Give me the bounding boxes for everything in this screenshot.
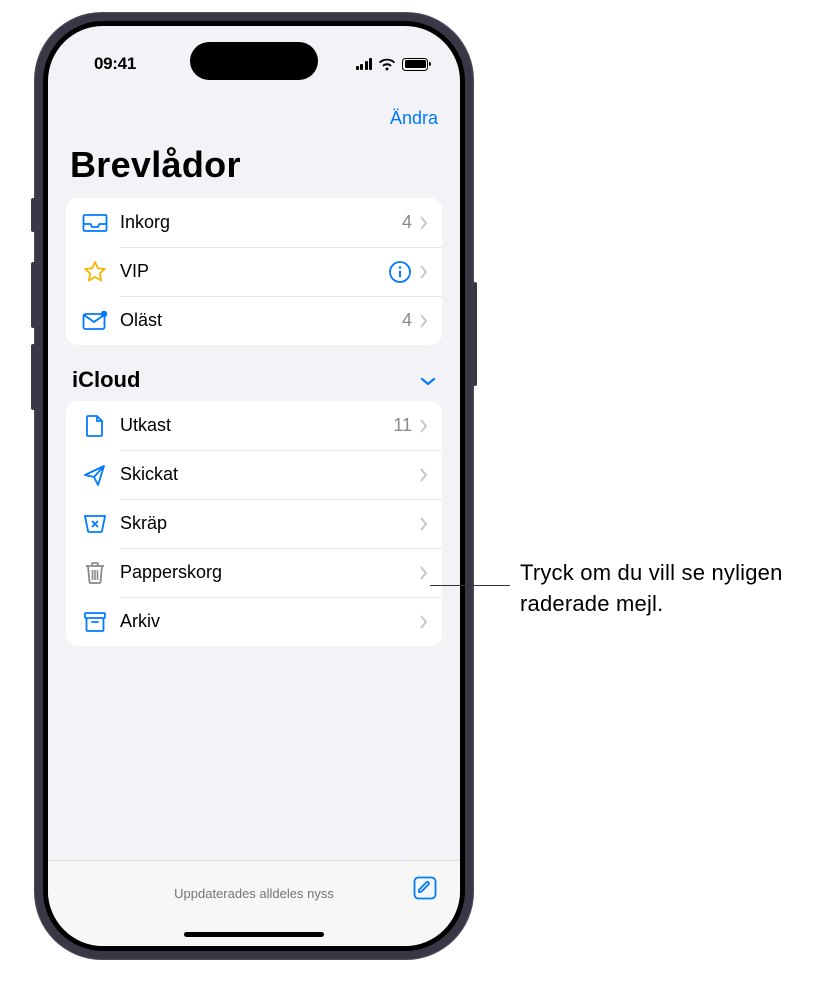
mailbox-row-vip[interactable]: VIP	[66, 247, 442, 296]
side-button	[31, 198, 35, 232]
edit-button[interactable]: Ändra	[390, 108, 438, 129]
draft-icon	[80, 414, 110, 438]
chevron-right-icon	[420, 314, 428, 328]
mailbox-label: Inkorg	[120, 212, 402, 233]
info-button[interactable]	[388, 260, 412, 284]
wifi-icon	[378, 57, 396, 71]
volume-down-button	[31, 344, 35, 410]
sent-icon	[80, 463, 110, 487]
chevron-right-icon	[420, 615, 428, 629]
folder-label: Utkast	[120, 415, 393, 436]
power-button	[473, 282, 477, 386]
cellular-icon	[356, 58, 373, 70]
chevron-right-icon	[420, 216, 428, 230]
archive-icon	[80, 611, 110, 633]
folder-label: Skickat	[120, 464, 420, 485]
account-name: iCloud	[72, 367, 140, 393]
folder-label: Papperskorg	[120, 562, 420, 583]
folder-row-sent[interactable]: Skickat	[66, 450, 442, 499]
chevron-right-icon	[420, 517, 428, 531]
nav-bar: Ändra	[48, 96, 460, 140]
inbox-icon	[80, 213, 110, 233]
unread-icon	[80, 311, 110, 331]
mailbox-badge: 4	[402, 310, 412, 331]
folder-row-archive[interactable]: Arkiv	[66, 597, 442, 646]
mailbox-label: Oläst	[120, 310, 402, 331]
iphone-frame: 09:41 Ändra Brevlådor	[34, 12, 474, 960]
folder-label: Arkiv	[120, 611, 420, 632]
star-icon	[80, 260, 110, 284]
chevron-right-icon	[420, 566, 428, 580]
folder-row-junk[interactable]: Skräp	[66, 499, 442, 548]
battery-icon	[402, 58, 428, 71]
mailbox-label: VIP	[120, 261, 388, 282]
mailboxes-group: Inkorg 4 VIP	[66, 198, 442, 345]
folder-row-trash[interactable]: Papperskorg	[66, 548, 442, 597]
account-section-header[interactable]: iCloud	[66, 345, 442, 401]
mailbox-row-unread[interactable]: Oläst 4	[66, 296, 442, 345]
status-time: 09:41	[80, 54, 150, 74]
chevron-right-icon	[420, 468, 428, 482]
callout-text: Tryck om du vill se nyligen raderade mej…	[520, 558, 820, 620]
junk-icon	[80, 514, 110, 534]
folder-label: Skräp	[120, 513, 420, 534]
page-title: Brevlådor	[70, 144, 241, 186]
dynamic-island	[190, 42, 318, 80]
home-indicator[interactable]	[184, 932, 324, 937]
chevron-right-icon	[420, 265, 428, 279]
chevron-down-icon	[420, 367, 436, 393]
compose-button[interactable]	[412, 875, 438, 906]
screen: 09:41 Ändra Brevlådor	[48, 26, 460, 946]
folder-badge: 11	[393, 415, 412, 436]
volume-up-button	[31, 262, 35, 328]
mailbox-row-inbox[interactable]: Inkorg 4	[66, 198, 442, 247]
mailbox-badge: 4	[402, 212, 412, 233]
sync-status: Uppdaterades alldeles nyss	[174, 886, 334, 901]
chevron-right-icon	[420, 419, 428, 433]
callout-leader-line	[430, 585, 510, 586]
account-folders-group: Utkast 11 Skickat	[66, 401, 442, 646]
trash-icon	[80, 561, 110, 585]
folder-row-drafts[interactable]: Utkast 11	[66, 401, 442, 450]
